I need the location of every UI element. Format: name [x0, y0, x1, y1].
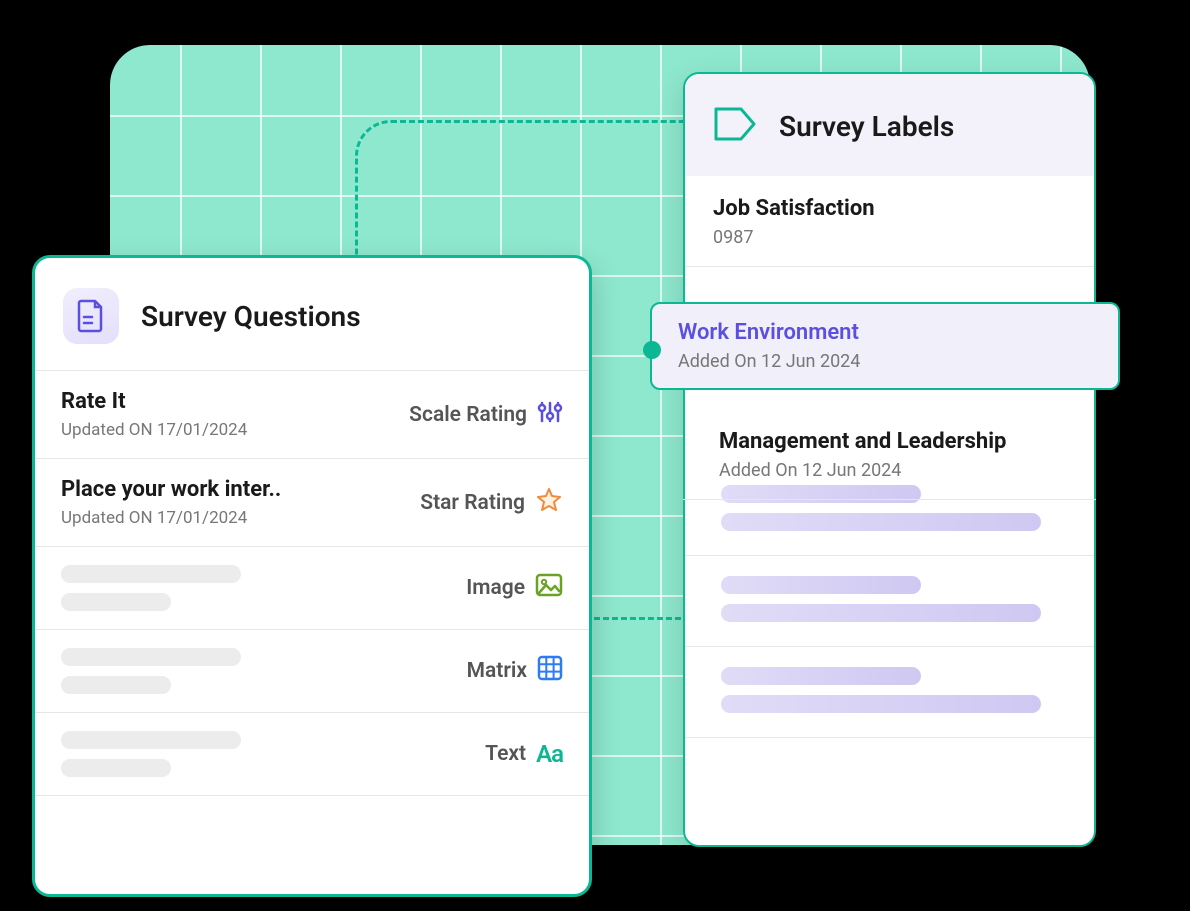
question-row-text[interactable]: Text Aa — [35, 713, 589, 796]
label-row-skeleton — [685, 556, 1094, 647]
document-icon — [63, 288, 119, 344]
question-title: Rate It — [61, 389, 247, 414]
question-subtitle: Updated ON 17/01/2024 — [61, 508, 281, 528]
question-type-label: Star Rating — [420, 491, 525, 515]
label-subtitle: Added On 12 Jun 2024 — [719, 460, 1068, 481]
text-icon: Aa — [536, 740, 563, 768]
skeleton-line — [721, 667, 921, 685]
skeleton-line — [61, 648, 241, 666]
skeleton-line — [61, 731, 241, 749]
label-title: Job Satisfaction — [713, 196, 1066, 221]
survey-questions-title: Survey Questions — [141, 300, 361, 333]
question-row-work-inter[interactable]: Place your work inter.. Updated ON 17/01… — [35, 459, 589, 547]
label-subtitle: 0987 — [713, 227, 1066, 248]
skeleton-line — [721, 513, 1041, 531]
question-type-label: Text — [485, 742, 526, 766]
question-subtitle: Updated ON 17/01/2024 — [61, 420, 247, 440]
question-row-rate-it[interactable]: Rate It Updated ON 17/01/2024 Scale Rati… — [35, 371, 589, 459]
skeleton-line — [61, 593, 171, 611]
question-title: Place your work inter.. — [61, 477, 281, 502]
question-row-image[interactable]: Image — [35, 547, 589, 630]
star-icon — [535, 486, 563, 520]
image-icon — [535, 573, 563, 603]
sliders-icon — [537, 399, 563, 431]
skeleton-line — [721, 695, 1041, 713]
survey-questions-panel: Survey Questions Rate It Updated ON 17/0… — [32, 255, 592, 897]
survey-labels-header: Survey Labels — [685, 74, 1094, 176]
label-subtitle: Added On 12 Jun 2024 — [678, 351, 1092, 372]
label-row-work-environment-active[interactable]: Work Environment Added On 12 Jun 2024 — [650, 302, 1120, 390]
skeleton-line — [61, 676, 171, 694]
label-title: Management and Leadership — [719, 429, 1068, 454]
question-row-matrix[interactable]: Matrix — [35, 630, 589, 713]
skeleton-line — [61, 759, 171, 777]
label-row-management[interactable]: Management and Leadership Added On 12 Ju… — [683, 409, 1096, 500]
question-type-label: Matrix — [467, 659, 527, 683]
question-type-label: Scale Rating — [409, 403, 527, 427]
question-type-label: Image — [466, 576, 525, 600]
skeleton-line — [721, 604, 1041, 622]
skeleton-line — [61, 565, 241, 583]
label-row-job-satisfaction[interactable]: Job Satisfaction 0987 — [685, 176, 1094, 267]
label-title: Work Environment — [678, 320, 1092, 345]
skeleton-line — [721, 576, 921, 594]
grid-icon — [537, 655, 563, 687]
survey-questions-header: Survey Questions — [35, 258, 589, 371]
survey-labels-title: Survey Labels — [779, 110, 954, 143]
tag-icon — [713, 106, 757, 146]
label-row-skeleton — [685, 647, 1094, 738]
